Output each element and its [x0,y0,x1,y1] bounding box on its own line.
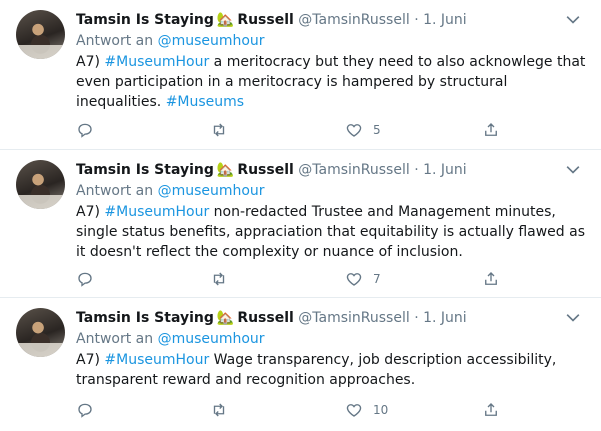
avatar[interactable] [16,10,65,59]
hashtag-link[interactable]: #MuseumHour [104,352,209,368]
like-count: 7 [373,272,381,286]
reply-icon [78,123,92,138]
action-bar: 5 [76,120,576,140]
share-button[interactable] [482,269,500,289]
tweet-header: Tamsin Is Staying 🏡 Russell @TamsinRussell… [76,160,467,180]
reply-icon [78,403,92,418]
retweet-button[interactable] [210,120,228,140]
author-handle[interactable]: @TamsinRussell [298,12,409,28]
tweet-text: A7) #MuseumHour a meritocracy but they n… [76,52,586,112]
house-emoji: 🏡 [216,12,235,28]
author-handle[interactable]: @TamsinRussell [298,310,409,326]
heart-icon [346,404,362,417]
hashtag-link[interactable]: #Museums [166,94,244,110]
tweet-date[interactable]: 1. Juni [423,310,467,326]
chevron-down-icon[interactable] [563,308,583,328]
reply-button[interactable] [76,400,94,420]
share-button[interactable] [482,400,500,420]
tweet-date[interactable]: 1. Juni [423,162,467,178]
heart-icon [346,273,362,286]
reply-prefix: Antwort an [76,183,158,199]
avatar[interactable] [16,160,65,209]
like-button[interactable]: 5 [345,120,381,140]
author-name[interactable]: Tamsin Is Staying [76,12,214,28]
tweet-date[interactable]: 1. Juni [423,12,467,28]
reply-button[interactable] [76,269,94,289]
chevron-down-icon[interactable] [563,10,583,30]
author-name-suffix[interactable]: Russell [237,12,294,28]
house-emoji: 🏡 [216,162,235,178]
tweet-text: A7) #MuseumHour Wage transparency, job d… [76,350,586,390]
avatar[interactable] [16,308,65,357]
reply-to-link[interactable]: @museumhour [158,33,265,49]
tweet[interactable]: Tamsin Is Staying 🏡 Russell @TamsinRussell… [0,298,601,431]
retweet-icon [213,403,225,417]
retweet-button[interactable] [210,400,228,420]
action-bar: 10 [76,400,576,420]
chevron-down-icon[interactable] [563,160,583,180]
reply-context: Antwort an @museumhour [76,31,265,51]
author-name-suffix[interactable]: Russell [237,310,294,326]
like-count: 5 [373,123,381,137]
separator-dot: · [414,162,419,178]
reply-prefix: Antwort an [76,331,158,347]
like-count: 10 [373,403,389,417]
tweet[interactable]: Tamsin Is Staying 🏡 Russell @TamsinRussell… [0,0,601,150]
separator-dot: · [414,12,419,28]
share-button[interactable] [482,120,500,140]
share-icon [485,403,497,416]
text-segment: A7) [76,54,105,70]
reply-icon [78,272,92,287]
author-handle[interactable]: @TamsinRussell [298,162,409,178]
author-name-suffix[interactable]: Russell [237,162,294,178]
heart-icon [346,124,362,137]
reply-context: Antwort an @museumhour [76,329,265,349]
reply-button[interactable] [76,120,94,140]
reply-prefix: Antwort an [76,33,158,49]
separator-dot: · [414,310,419,326]
reply-to-link[interactable]: @museumhour [158,183,265,199]
share-icon [485,123,497,136]
action-bar: 7 [76,269,576,289]
hashtag-link[interactable]: #MuseumHour [104,204,209,220]
author-name[interactable]: Tamsin Is Staying [76,310,214,326]
reply-to-link[interactable]: @museumhour [158,331,265,347]
tweet-text: A7) #MuseumHour non-redacted Trustee and… [76,202,586,262]
like-button[interactable]: 7 [345,269,381,289]
hashtag-link[interactable]: #MuseumHour [104,54,209,70]
retweet-icon [213,123,225,137]
tweet-header: Tamsin Is Staying 🏡 Russell @TamsinRussell… [76,10,467,30]
reply-context: Antwort an @museumhour [76,181,265,201]
author-name[interactable]: Tamsin Is Staying [76,162,214,178]
house-emoji: 🏡 [216,310,235,326]
tweet[interactable]: Tamsin Is Staying 🏡 Russell @TamsinRussell… [0,150,601,298]
retweet-button[interactable] [210,269,228,289]
retweet-icon [213,272,225,286]
share-icon [485,272,497,285]
tweet-header: Tamsin Is Staying 🏡 Russell @TamsinRussell… [76,308,467,328]
text-segment: A7) [76,204,105,220]
like-button[interactable]: 10 [345,400,388,420]
text-segment: A7) [76,352,105,368]
